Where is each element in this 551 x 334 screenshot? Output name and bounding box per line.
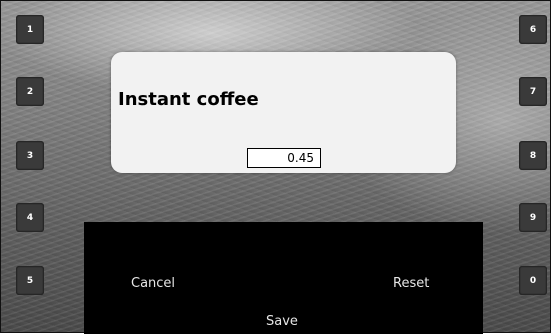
cancel-button[interactable]: Cancel: [131, 276, 175, 291]
reset-button[interactable]: Reset: [393, 276, 429, 291]
side-button-1[interactable]: 1: [16, 15, 44, 44]
side-button-8[interactable]: 8: [519, 141, 547, 170]
side-button-9[interactable]: 9: [519, 203, 547, 232]
side-button-3[interactable]: 3: [16, 141, 44, 170]
side-button-5[interactable]: 5: [16, 266, 44, 295]
side-button-7[interactable]: 7: [519, 77, 547, 106]
save-button[interactable]: Save: [266, 314, 298, 329]
side-button-4[interactable]: 4: [16, 203, 44, 232]
setting-card: Instant coffee 0.45: [111, 52, 456, 173]
value-field[interactable]: 0.45: [247, 148, 321, 168]
side-button-6[interactable]: 6: [519, 15, 547, 44]
softkey-panel: Cancel Reset Save: [84, 222, 483, 334]
item-title: Instant coffee: [118, 89, 259, 110]
side-button-2[interactable]: 2: [16, 77, 44, 106]
side-button-0[interactable]: 0: [519, 266, 547, 295]
machine-screen: 1 2 3 4 5 6 7 8 9 0 Instant coffee 0.45 …: [0, 0, 551, 334]
